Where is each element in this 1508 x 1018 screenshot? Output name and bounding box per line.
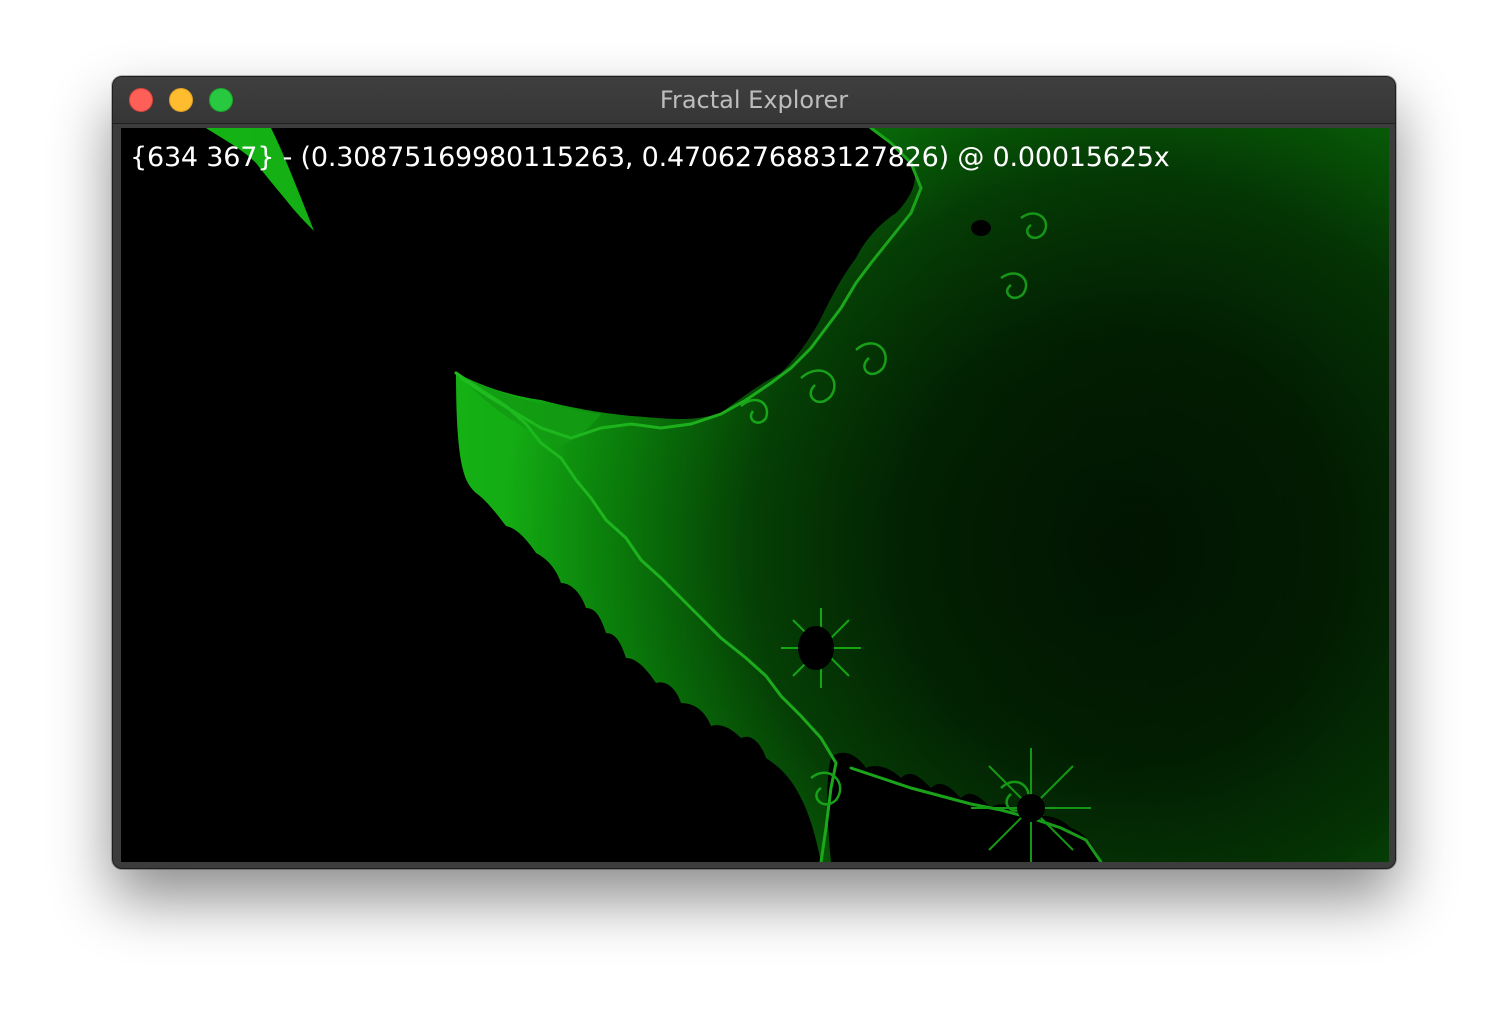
- edge-shade: [121, 128, 1389, 862]
- app-window: Fractal Explorer {634 367} - (0.30875169…: [112, 76, 1396, 869]
- fractal-canvas[interactable]: {634 367} - (0.30875169980115263, 0.4706…: [121, 128, 1389, 862]
- title-bar[interactable]: Fractal Explorer: [113, 77, 1395, 124]
- coordinate-readout: {634 367} - (0.30875169980115263, 0.4706…: [130, 142, 1170, 173]
- fractal-image: [121, 128, 1389, 862]
- window-title: Fractal Explorer: [659, 86, 849, 114]
